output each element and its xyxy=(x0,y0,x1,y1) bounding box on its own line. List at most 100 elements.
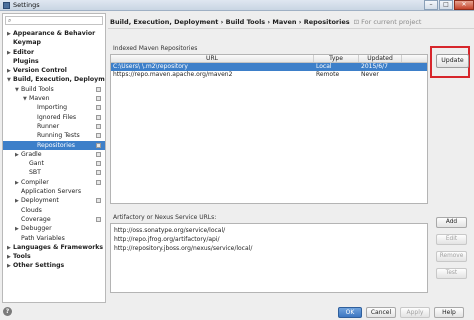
tree-item-application-servers[interactable]: Application Servers xyxy=(3,187,105,196)
settings-search-input[interactable]: ⌕ xyxy=(5,16,103,25)
tree-item-plugins[interactable]: Plugins xyxy=(3,57,105,66)
tree-item-label: Appearance & Behavior xyxy=(13,30,96,37)
tree-item-other-settings[interactable]: ▶ Other Settings xyxy=(3,261,105,270)
tree-item-build-execution-deployment[interactable]: ▼ Build, Execution, Deployment xyxy=(3,75,105,84)
repo-type: Remote xyxy=(316,71,340,78)
apply-button[interactable]: Apply xyxy=(400,307,430,318)
tree-item-editor[interactable]: ▶ Editor xyxy=(3,48,105,57)
tree-item-languages-frameworks[interactable]: ▶ Languages & Frameworks xyxy=(3,243,105,252)
tree-item-label: Application Servers xyxy=(21,188,82,196)
window-title: Settings xyxy=(13,1,40,9)
search-icon: ⌕ xyxy=(8,17,12,24)
breadcrumb-path: Build, Execution, Deployment › Build Too… xyxy=(110,18,350,26)
add-button[interactable]: Add xyxy=(436,217,467,228)
tree-item-maven[interactable]: ▼ Maven xyxy=(3,94,105,103)
tree-item-runner[interactable]: Runner xyxy=(3,122,105,131)
tree-item-label: Keymap xyxy=(13,39,41,47)
help-icon[interactable]: ? xyxy=(3,307,12,316)
project-settings-icon xyxy=(96,86,101,92)
list-item[interactable]: http://repo.jfrog.org/artifactory/api/ xyxy=(111,235,427,244)
tree-item-label: Gant xyxy=(29,160,44,168)
maximize-button[interactable]: □ xyxy=(439,0,453,10)
tree-item-label: Compiler xyxy=(21,178,49,186)
tree-item-label: Path Variables xyxy=(21,234,65,242)
repo-updated: 2015/6/7 xyxy=(361,63,388,70)
list-item[interactable]: http://oss.sonatype.org/service/local/ xyxy=(111,226,427,235)
tree-item-appearance-behavior[interactable]: ▶ Appearance & Behavior xyxy=(3,29,105,38)
window-controls: – □ ✕ xyxy=(423,0,474,11)
tree-item-label: Runner xyxy=(37,122,60,130)
repo-updated: Never xyxy=(361,71,379,78)
tree-item-clouds[interactable]: Clouds xyxy=(3,206,105,215)
tree-item-label: Tools xyxy=(13,253,31,261)
tree-item-tools[interactable]: ▶ Tools xyxy=(3,252,105,261)
tree-item-label: Clouds xyxy=(21,206,42,214)
project-settings-icon xyxy=(96,198,101,204)
tree-item-gradle[interactable]: ▶ Gradle xyxy=(3,150,105,159)
tree-item-coverage[interactable]: Coverage xyxy=(3,215,105,224)
column-type[interactable]: Type xyxy=(314,55,359,62)
tree-item-label: Coverage xyxy=(21,215,51,223)
tree-item-ignored-files[interactable]: Ignored Files xyxy=(3,113,105,122)
close-button[interactable]: ✕ xyxy=(454,0,474,10)
tree-item-build-tools[interactable]: ▼ Build Tools xyxy=(3,85,105,94)
app-icon xyxy=(3,2,10,9)
table-row[interactable]: https://repo.maven.apache.org/maven2 Rem… xyxy=(111,71,427,79)
tree-item-running-tests[interactable]: Running Tests xyxy=(3,131,105,140)
project-settings-icon xyxy=(96,123,101,129)
tree-item-label: Maven xyxy=(29,95,50,103)
tree-item-debugger[interactable]: ▶ Debugger xyxy=(3,224,105,233)
tree-item-label: Other Settings xyxy=(13,262,65,270)
list-item[interactable]: http://repository.jboss.org/nexus/servic… xyxy=(111,244,427,253)
tree-item-label: Gradle xyxy=(21,150,42,158)
tree-item-path-variables[interactable]: Path Variables xyxy=(3,234,105,243)
test-button[interactable]: Test xyxy=(436,268,467,279)
tree-item-label: Deployment xyxy=(21,197,59,205)
project-settings-icon xyxy=(96,216,101,222)
project-scope-text: For current project xyxy=(361,18,422,26)
settings-tree: ⌕ ▶ Appearance & Behavior Keymap ▶ Editor Plu… xyxy=(2,13,106,303)
ok-button[interactable]: OK xyxy=(338,307,362,318)
tree-item-version-control[interactable]: ▶ Version Control xyxy=(3,66,105,75)
tree-item-label: Running Tests xyxy=(37,132,80,140)
breadcrumb: Build, Execution, Deployment › Build Too… xyxy=(110,18,421,26)
help-button[interactable]: Help xyxy=(434,307,464,318)
project-settings-icon xyxy=(96,151,101,157)
table-header: URL Type Updated xyxy=(111,55,427,63)
column-url[interactable]: URL xyxy=(111,55,314,62)
tree-item-label: Debugger xyxy=(21,225,52,233)
remove-button[interactable]: Remove xyxy=(436,251,467,262)
project-scope-hint: ⊡ For current project xyxy=(353,18,422,26)
tree-item-gant[interactable]: Gant xyxy=(3,159,105,168)
tree-item-label: Editor xyxy=(13,48,35,56)
repo-type: Local xyxy=(316,63,332,70)
tree-item-label: Build Tools xyxy=(21,85,54,93)
edit-button[interactable]: Edit xyxy=(436,234,467,245)
tree-item-label: Languages & Frameworks xyxy=(13,243,104,251)
tree-item-deployment[interactable]: ▶ Deployment xyxy=(3,196,105,205)
project-settings-icon xyxy=(96,179,101,185)
tree-item-sbt[interactable]: SBT xyxy=(3,168,105,177)
project-settings-icon xyxy=(96,142,101,148)
tree-item-label: Importing xyxy=(37,104,68,112)
cancel-button[interactable]: Cancel xyxy=(366,307,396,318)
project-settings-icon xyxy=(96,133,101,139)
project-settings-icon xyxy=(96,96,101,102)
artifactory-label: Artifactory or Nexus Service URLs: xyxy=(113,214,217,221)
artifactory-url-list: http://oss.sonatype.org/service/local/ h… xyxy=(110,223,428,293)
minimize-button[interactable]: – xyxy=(424,0,438,10)
tree-item-repositories[interactable]: Repositories xyxy=(3,140,105,150)
tree-item-label: Plugins xyxy=(13,57,39,65)
project-settings-icon xyxy=(96,114,101,120)
indexed-repos-table: URL Type Updated C:\Users\ \.m2\reposito… xyxy=(110,54,428,204)
repo-url: C:\Users\ \.m2\repository xyxy=(113,63,188,70)
title-bar: Settings – □ ✕ xyxy=(0,0,474,11)
tree-item-importing[interactable]: Importing xyxy=(3,103,105,112)
tree-item-keymap[interactable]: Keymap xyxy=(3,38,105,47)
column-updated[interactable]: Updated xyxy=(359,55,402,62)
tree-item-compiler[interactable]: ▶ Compiler xyxy=(3,178,105,187)
update-button[interactable]: Update xyxy=(436,54,469,68)
settings-dialog: ⌕ ▶ Appearance & Behavior Keymap ▶ Editor Plu… xyxy=(0,11,474,320)
table-row[interactable]: C:\Users\ \.m2\repository Local 2015/6/7 xyxy=(111,63,427,71)
project-settings-icon xyxy=(96,170,101,176)
